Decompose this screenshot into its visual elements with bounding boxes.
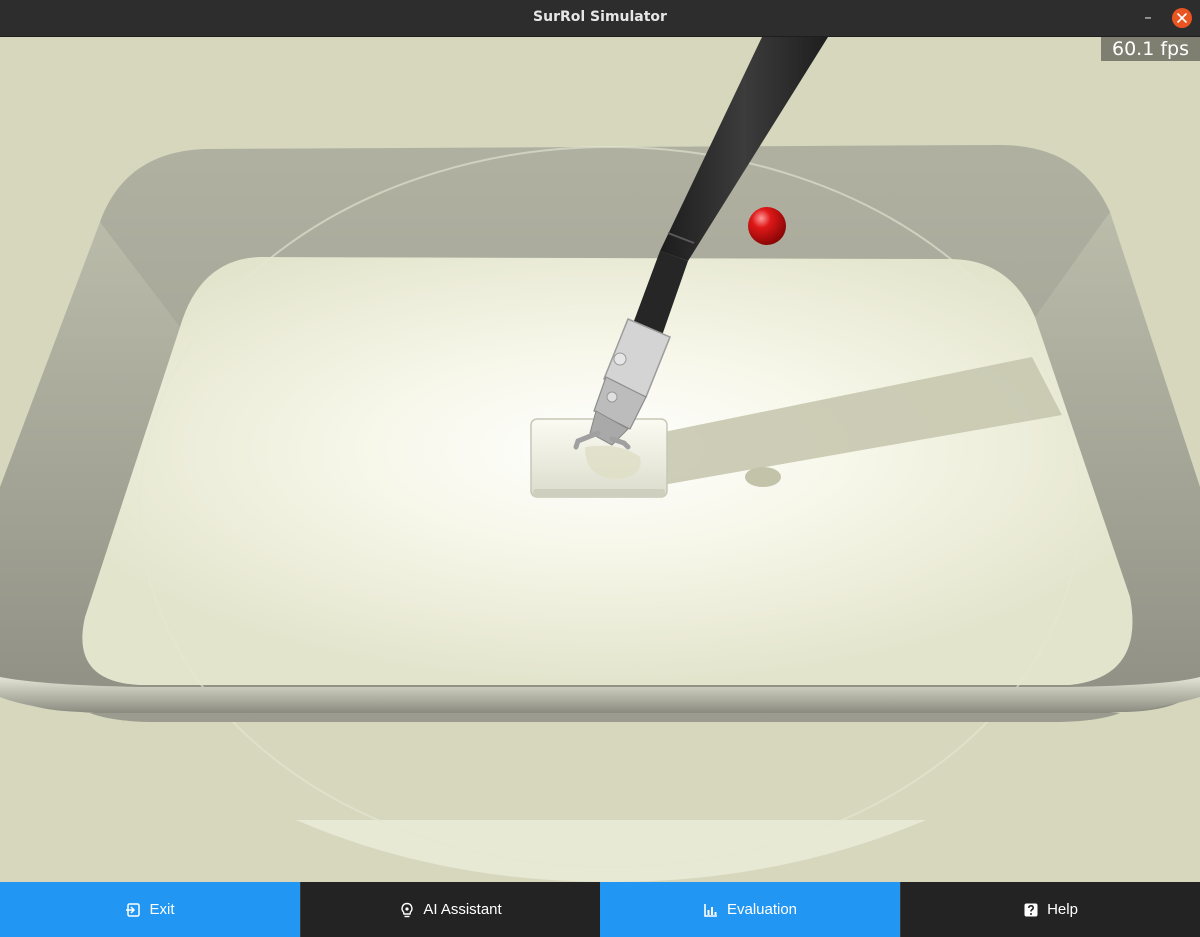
help-button[interactable]: Help (900, 882, 1200, 937)
minimize-button[interactable]: – (1139, 10, 1157, 27)
help-icon (1023, 902, 1039, 918)
close-icon (1177, 13, 1187, 23)
fps-counter: 60.1 fps (1101, 37, 1200, 61)
bulb-icon (399, 902, 415, 918)
exit-button-label: Exit (149, 901, 175, 918)
simulation-viewport[interactable]: 60.1 fps (0, 37, 1200, 882)
bottom-toolbar: Exit AI Assistant Evaluation Help (0, 882, 1200, 937)
ai-assistant-button-label: AI Assistant (423, 901, 502, 918)
evaluation-button-label: Evaluation (726, 901, 798, 918)
window-title: SurRol Simulator (533, 9, 667, 25)
simulation-scene (0, 37, 1200, 882)
exit-icon (125, 902, 141, 918)
ai-assistant-button[interactable]: AI Assistant (300, 882, 600, 937)
chart-icon (703, 902, 719, 918)
evaluation-button[interactable]: Evaluation (600, 882, 900, 937)
window-titlebar: SurRol Simulator – (0, 0, 1200, 37)
close-button[interactable] (1172, 8, 1192, 28)
help-button-label: Help (1047, 901, 1078, 918)
exit-button[interactable]: Exit (0, 882, 300, 937)
